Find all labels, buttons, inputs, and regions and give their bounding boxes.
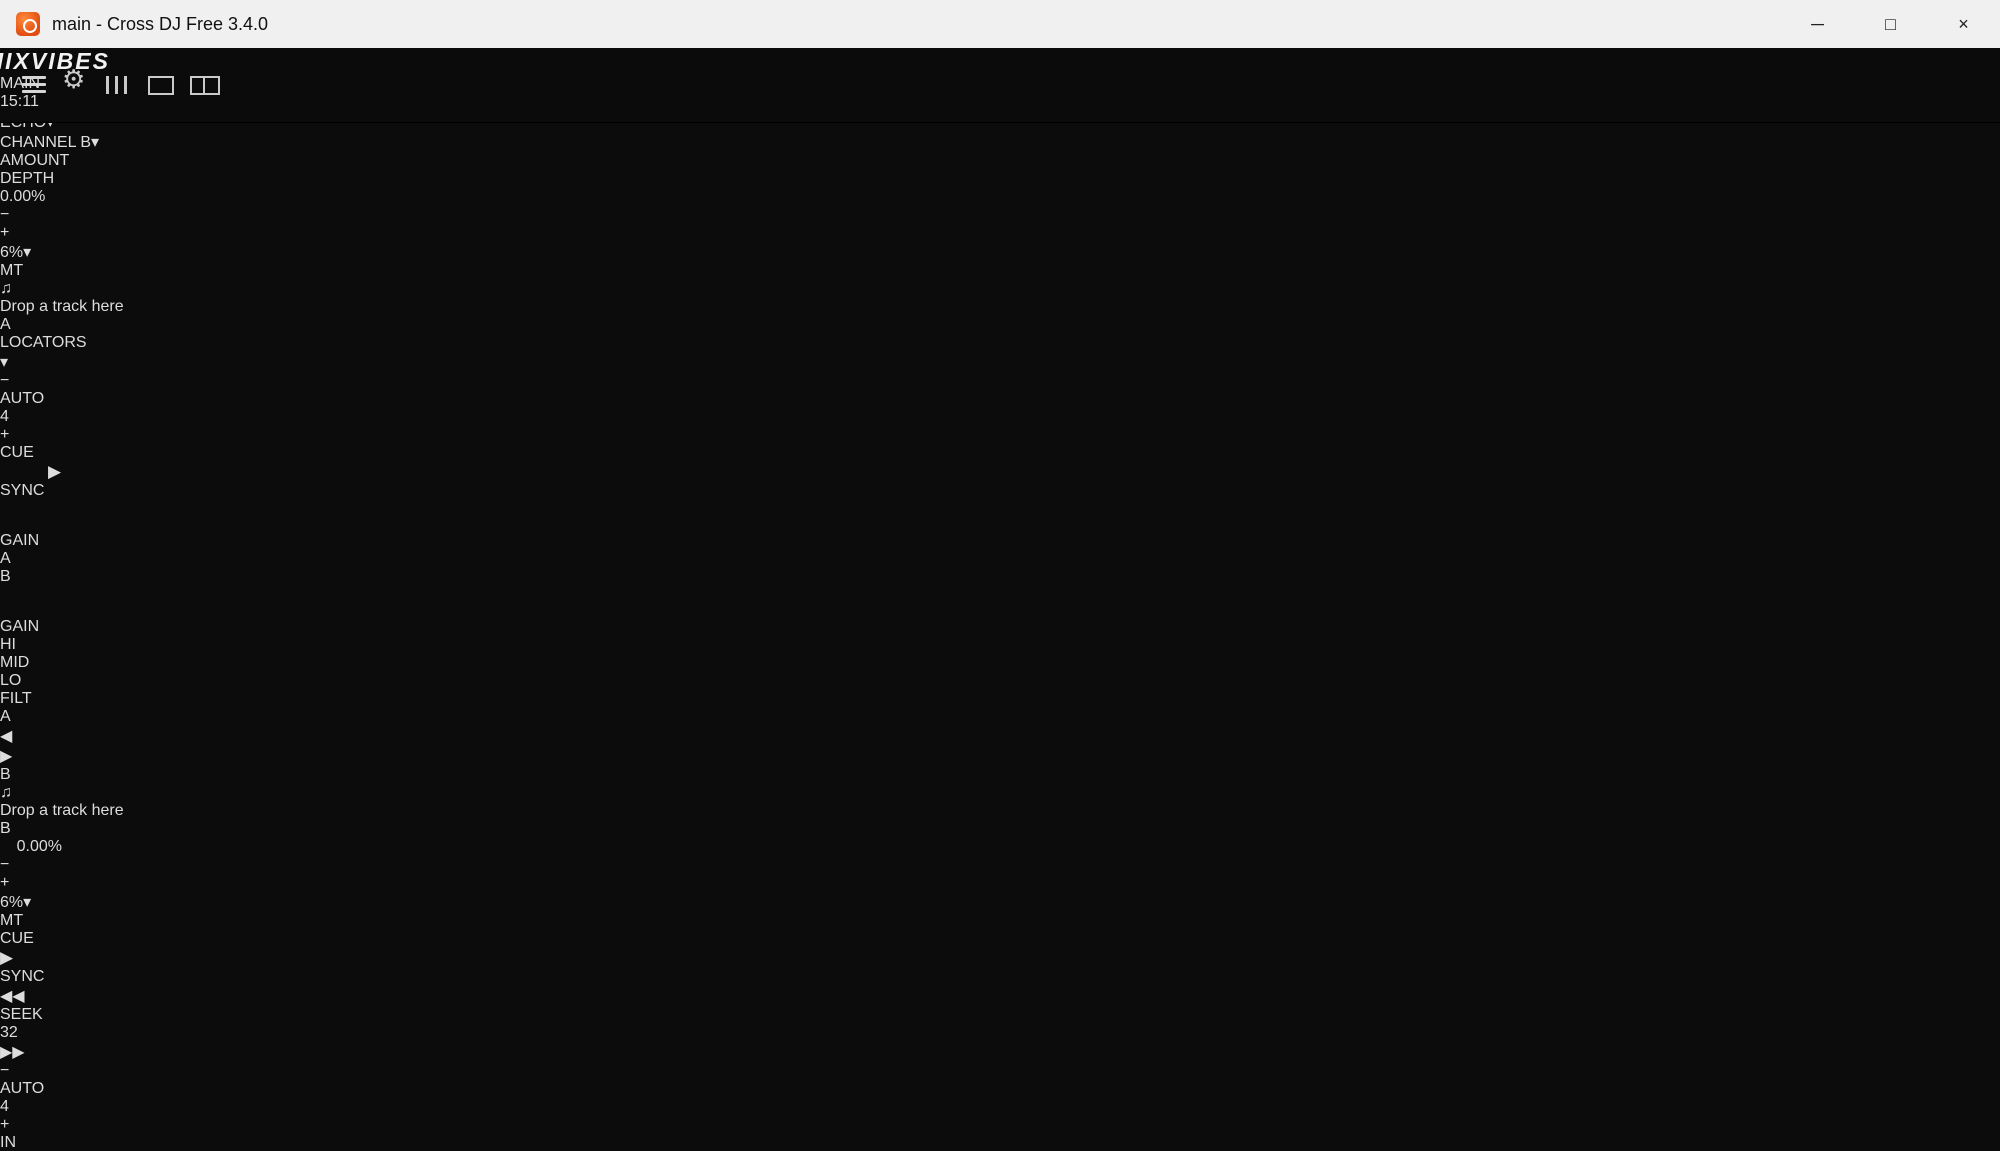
auto-value: 4 [0, 408, 2000, 426]
music-note-icon: ♫ [0, 280, 2000, 298]
fx2-depth-label: DEPTH [0, 170, 2000, 188]
deck-b-seek[interactable]: SEEK32 [0, 1006, 62, 1042]
deck-b-gain-knob[interactable] [0, 586, 32, 618]
deck-b: ♫ Drop a track here B 0.00% − + 6%▾ MT C… [0, 784, 2000, 1151]
settings-gear-icon[interactable]: ⚙ [62, 64, 85, 95]
mixvibes-logo: MIXVIBES [0, 48, 2000, 75]
seek-label: SEEK [0, 1006, 62, 1024]
master-tempo-button[interactable]: MT [0, 912, 2000, 930]
eq-label: LO [0, 672, 2000, 690]
pitch-bend-minus-button[interactable]: − [0, 856, 2000, 874]
pitch-bend-plus-button[interactable]: + [0, 874, 2000, 892]
deck-a-sync-button[interactable]: SYNC [0, 482, 98, 500]
deck-a-cue-button[interactable]: CUE [0, 444, 120, 462]
chevron-down-icon: ▾ [23, 894, 31, 911]
seek-value: 32 [0, 1024, 62, 1042]
music-note-icon: ♫ [0, 784, 2000, 802]
deck-b-play-button[interactable]: ▶ [0, 948, 83, 968]
eq-row-mid: MID [0, 654, 2000, 672]
eq-row-lo: LO [0, 672, 2000, 690]
loop-in-button[interactable]: IN [0, 1134, 2000, 1151]
fullscreen-icon[interactable] [148, 76, 174, 95]
gain-label: GAIN [0, 618, 2000, 636]
cross-dj-window: main - Cross DJ Free 3.4.0 ─ □ × ⚙ MIXVI… [0, 0, 2000, 1151]
pitch-bend-plus-button[interactable]: + [0, 224, 2000, 242]
deck-a-letter: A [0, 316, 2000, 334]
deck-b-auto-loop[interactable]: AUTO4 [0, 1080, 2000, 1116]
maximize-button[interactable]: □ [1854, 0, 1927, 48]
deck-b-letter: B [0, 820, 2000, 838]
pitch-range-value: 6% [0, 244, 23, 261]
pitch-bend-minus-button[interactable]: − [0, 206, 2000, 224]
clock: 15:11 [0, 93, 2000, 111]
minimize-button[interactable]: ─ [1781, 0, 1854, 48]
brand-text: MIXVIBES [0, 48, 110, 74]
auto-value: 4 [0, 1098, 2000, 1116]
eq-row-filt: FILT [0, 690, 2000, 708]
deck-a-auto-loop[interactable]: AUTO4 [0, 390, 2000, 426]
gain-label: GAIN [0, 532, 2000, 550]
seek-back-button[interactable]: ◀◀ [0, 986, 2000, 1006]
deck-b-cue-button[interactable]: CUE [0, 930, 83, 948]
pitch-unit: % [31, 188, 45, 205]
mixer-section: GAIN A B GAIN HIMIDLOFILT A ◀ ▶ B [0, 500, 2000, 784]
window-title: main - Cross DJ Free 3.4.0 [52, 0, 268, 48]
deck-b-loop-half-button[interactable]: − [0, 1062, 2000, 1080]
deck-b-loop-double-button[interactable]: + [0, 1116, 2000, 1134]
deck-a: 0.00% − + 6%▾ MT ♫ Drop a track here A L… [0, 188, 2000, 500]
main-volume-label: MAIN [0, 75, 2000, 93]
pitch-number: 0.00 [17, 838, 48, 855]
deck-a-pitch-value: 0.00% [0, 188, 2000, 206]
fx2-channel-select[interactable]: CHANNEL B▾ [0, 132, 198, 152]
close-button[interactable]: × [1927, 0, 2000, 48]
crossfader-a-label: A [0, 708, 2000, 726]
app-icon [16, 12, 40, 36]
decks-section: 0.00% − + 6%▾ MT ♫ Drop a track here A L… [0, 188, 2000, 1151]
eq-label: HI [0, 636, 2000, 654]
deck-a-dropzone[interactable]: ♫ Drop a track here [0, 280, 2000, 316]
left-arrow-icon: ◀ [0, 726, 2000, 746]
chevron-down-icon: ▾ [91, 134, 99, 151]
pitch-range-value: 6% [0, 894, 23, 911]
eq-label: MID [0, 654, 2000, 672]
drop-track-text: Drop a track here [0, 802, 2000, 820]
play-icon: ▶ [48, 462, 61, 481]
layout-icon[interactable] [190, 76, 220, 95]
crossfader-b-label: B [0, 766, 2000, 784]
titlebar: main - Cross DJ Free 3.4.0 ─ □ × [0, 0, 2000, 49]
deck-b-sync-button[interactable]: SYNC [0, 968, 84, 986]
deck-a-gain-knob[interactable] [0, 500, 32, 532]
auto-label: AUTO [0, 390, 2000, 408]
auto-label: AUTO [0, 1080, 2000, 1098]
right-arrow-icon: ▶ [0, 746, 2000, 766]
mixer-routing-icon[interactable] [106, 76, 128, 94]
pitch-range-select[interactable]: 6%▾ [0, 892, 2000, 912]
deck-a-pfl-button[interactable]: A [0, 550, 2000, 568]
chevron-down-icon: ▾ [23, 244, 31, 261]
eq-label: FILT [0, 690, 2000, 708]
toolbar: ⚙ MIXVIBES MAIN 15:11 [0, 48, 2000, 123]
pitch-unit: % [48, 838, 62, 855]
drop-track-text: Drop a track here [0, 298, 2000, 316]
pitch-range-select[interactable]: 6%▾ [0, 242, 2000, 262]
play-icon: ▶ [0, 948, 13, 967]
deck-a-locators-label: LOCATORS [0, 334, 2000, 352]
fx2-channel: CHANNEL B [0, 134, 91, 151]
deck-b-dropzone[interactable]: ♫ Drop a track here [0, 784, 2000, 820]
seek-forward-button[interactable]: ▶▶ [0, 1042, 2000, 1062]
master-tempo-button[interactable]: MT [0, 262, 2000, 280]
eq-row-hi: HI [0, 636, 2000, 654]
pitch-number: 0.00 [0, 188, 31, 205]
chevron-down-icon[interactable]: ▾ [0, 352, 2000, 372]
eq-column: HIMIDLOFILT [0, 636, 2000, 708]
deck-b-pitch-value: 0.00% [0, 838, 62, 856]
deck-b-pfl-button[interactable]: B [0, 568, 2000, 586]
fx2-amount-label: AMOUNT [0, 152, 2000, 170]
deck-a-loop-half-button[interactable]: − [0, 372, 2000, 390]
deck-a-loop-double-button[interactable]: + [0, 426, 2000, 444]
menu-icon[interactable] [22, 72, 46, 97]
deck-a-play-button[interactable]: ▶ [0, 462, 92, 482]
